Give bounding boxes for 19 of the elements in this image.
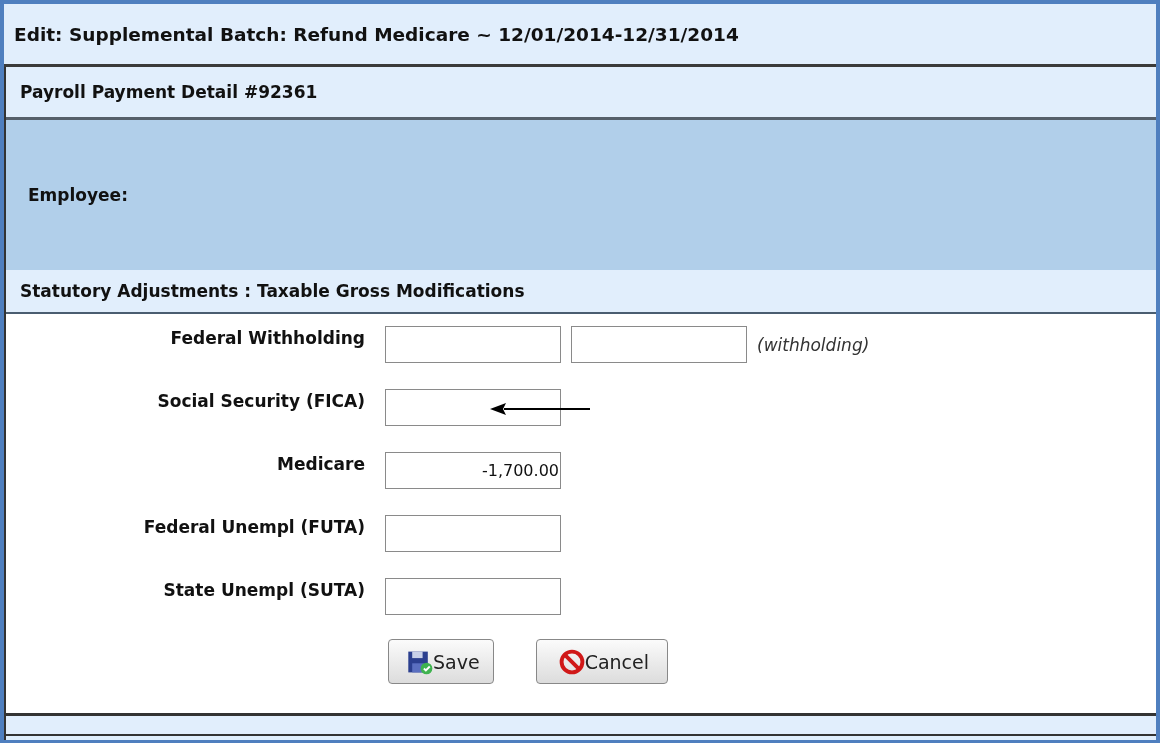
field-label: Federal Unempl (FUTA): [142, 516, 365, 537]
field-label: Medicare: [276, 453, 365, 474]
panel-title: Payroll Payment Detail #92361: [20, 82, 318, 102]
save-button[interactable]: Save: [388, 639, 494, 684]
input-field[interactable]: -1,700.00: [385, 452, 561, 489]
window-title: Edit: Supplemental Batch: Refund Medicare ~ 12/01/2014-12/31/2014: [14, 23, 739, 45]
employee-label: Employee:: [28, 185, 128, 205]
field-label: Federal Withholding: [169, 327, 365, 348]
input-field[interactable]: [385, 326, 561, 363]
cancel-button[interactable]: Cancel: [535, 639, 668, 684]
input-field[interactable]: [385, 515, 561, 552]
no-entry-icon: [558, 648, 585, 675]
input-field[interactable]: [385, 578, 561, 615]
input-field[interactable]: [385, 389, 561, 426]
field-label: Social Security (FICA): [156, 390, 365, 411]
input-field[interactable]: [571, 326, 747, 363]
section-title: Statutory Adjustments : Taxable Gross Modifications: [20, 281, 525, 301]
field-hint: (withholding): [757, 334, 870, 355]
field-label: State Unempl (SUTA): [162, 579, 365, 600]
